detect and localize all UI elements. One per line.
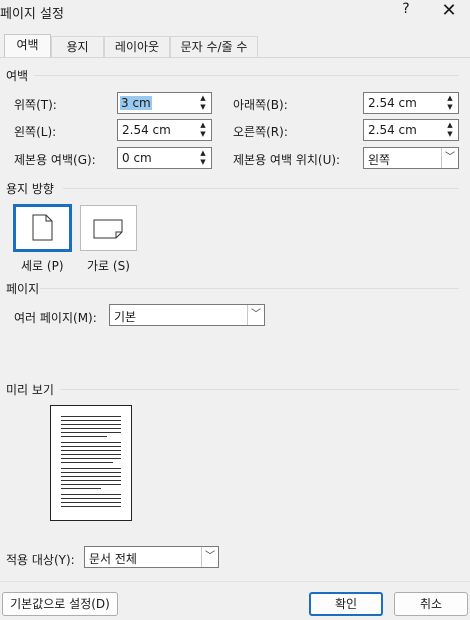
apply-to-label: 적용 대상(Y): (6, 553, 75, 567)
bottom-margin-arrows[interactable]: ▲ ▼ (443, 94, 457, 112)
top-margin-spinner[interactable]: 3 cm ▲ ▼ (117, 92, 212, 114)
gutter-position-label: 제본용 여백 위치(U): (233, 153, 341, 167)
portrait-label[interactable]: 세로 (P) (21, 257, 64, 274)
orientation-divider (63, 188, 459, 189)
up-arrow-icon[interactable]: ▲ (196, 121, 210, 130)
preview-divider (60, 389, 459, 390)
chevron-down-icon[interactable]: ﹀ (441, 148, 458, 168)
help-icon[interactable]: ? (398, 1, 414, 17)
landscape-label[interactable]: 가로 (S) (87, 257, 130, 274)
gutter-position-select[interactable]: 왼쪽 ﹀ (363, 147, 459, 169)
down-arrow-icon[interactable]: ▼ (196, 130, 210, 139)
bottom-margin-label: 아래쪽(B): (233, 98, 288, 112)
gutter-value[interactable]: 0 cm (122, 151, 152, 165)
left-margin-value[interactable]: 2.54 cm (122, 123, 171, 137)
chevron-down-icon[interactable]: ﹀ (247, 305, 264, 325)
down-arrow-icon[interactable]: ▼ (196, 158, 210, 167)
tab-bar: 여백 용지 레이아웃 문자 수/줄 수 (0, 34, 470, 58)
top-margin-label: 위쪽(T): (14, 98, 57, 112)
cancel-button[interactable]: 취소 (394, 592, 468, 616)
gutter-label: 제본용 여백(G): (14, 153, 96, 167)
pages-group-label: 페이지 (6, 282, 40, 296)
landscape-page-icon (93, 219, 123, 239)
up-arrow-icon[interactable]: ▲ (443, 94, 457, 103)
apply-to-value[interactable]: 문서 전체 (89, 550, 137, 567)
top-margin-value[interactable]: 3 cm (120, 96, 152, 110)
tab-grid[interactable]: 문자 수/줄 수 (170, 36, 258, 58)
orientation-group-label: 용지 방향 (6, 182, 54, 196)
tab-margins[interactable]: 여백 (4, 34, 51, 58)
preview-group-label: 미리 보기 (6, 383, 54, 397)
apply-to-select[interactable]: 문서 전체 ﹀ (84, 546, 219, 568)
down-arrow-icon[interactable]: ▼ (196, 103, 210, 112)
multiple-pages-label: 여러 페이지(M): (14, 311, 97, 325)
right-margin-spinner[interactable]: 2.54 cm ▲ ▼ (363, 119, 459, 141)
down-arrow-icon[interactable]: ▼ (443, 103, 457, 112)
tab-divider (0, 57, 470, 58)
bottom-margin-spinner[interactable]: 2.54 cm ▲ ▼ (363, 92, 459, 114)
ok-button[interactable]: 확인 (309, 592, 383, 616)
gutter-position-value[interactable]: 왼쪽 (368, 151, 390, 168)
close-icon[interactable]: ✕ (437, 0, 461, 21)
set-default-button[interactable]: 기본값으로 설정(D) (2, 592, 118, 616)
margins-divider (34, 75, 459, 76)
right-margin-label: 오른쪽(R): (233, 125, 288, 139)
title-bar: 페이지 설정 ? ✕ (0, 0, 470, 26)
portrait-option[interactable] (13, 204, 72, 252)
up-arrow-icon[interactable]: ▲ (196, 94, 210, 103)
dialog-title: 페이지 설정 (0, 7, 64, 22)
portrait-page-icon (32, 214, 53, 241)
tab-paper[interactable]: 용지 (51, 36, 104, 58)
chevron-down-icon[interactable]: ﹀ (201, 547, 218, 567)
landscape-option[interactable] (80, 205, 137, 251)
gutter-spinner[interactable]: 0 cm ▲ ▼ (117, 147, 212, 169)
up-arrow-icon[interactable]: ▲ (443, 121, 457, 130)
multiple-pages-value[interactable]: 기본 (114, 308, 136, 325)
left-margin-spinner[interactable]: 2.54 cm ▲ ▼ (117, 119, 212, 141)
top-margin-arrows[interactable]: ▲ ▼ (196, 94, 210, 112)
left-margin-arrows[interactable]: ▲ ▼ (196, 121, 210, 139)
gutter-arrows[interactable]: ▲ ▼ (196, 149, 210, 167)
multiple-pages-select[interactable]: 기본 ﹀ (109, 304, 265, 326)
left-margin-label: 왼쪽(L): (14, 125, 57, 139)
margins-group-label: 여백 (6, 69, 29, 83)
right-margin-arrows[interactable]: ▲ ▼ (443, 121, 457, 139)
up-arrow-icon[interactable]: ▲ (196, 149, 210, 158)
down-arrow-icon[interactable]: ▼ (443, 130, 457, 139)
footer-divider (0, 581, 470, 582)
page-preview (50, 405, 132, 521)
bottom-margin-value[interactable]: 2.54 cm (368, 96, 417, 110)
tab-layout[interactable]: 레이아웃 (104, 36, 170, 58)
pages-divider (40, 288, 459, 289)
right-margin-value[interactable]: 2.54 cm (368, 123, 417, 137)
